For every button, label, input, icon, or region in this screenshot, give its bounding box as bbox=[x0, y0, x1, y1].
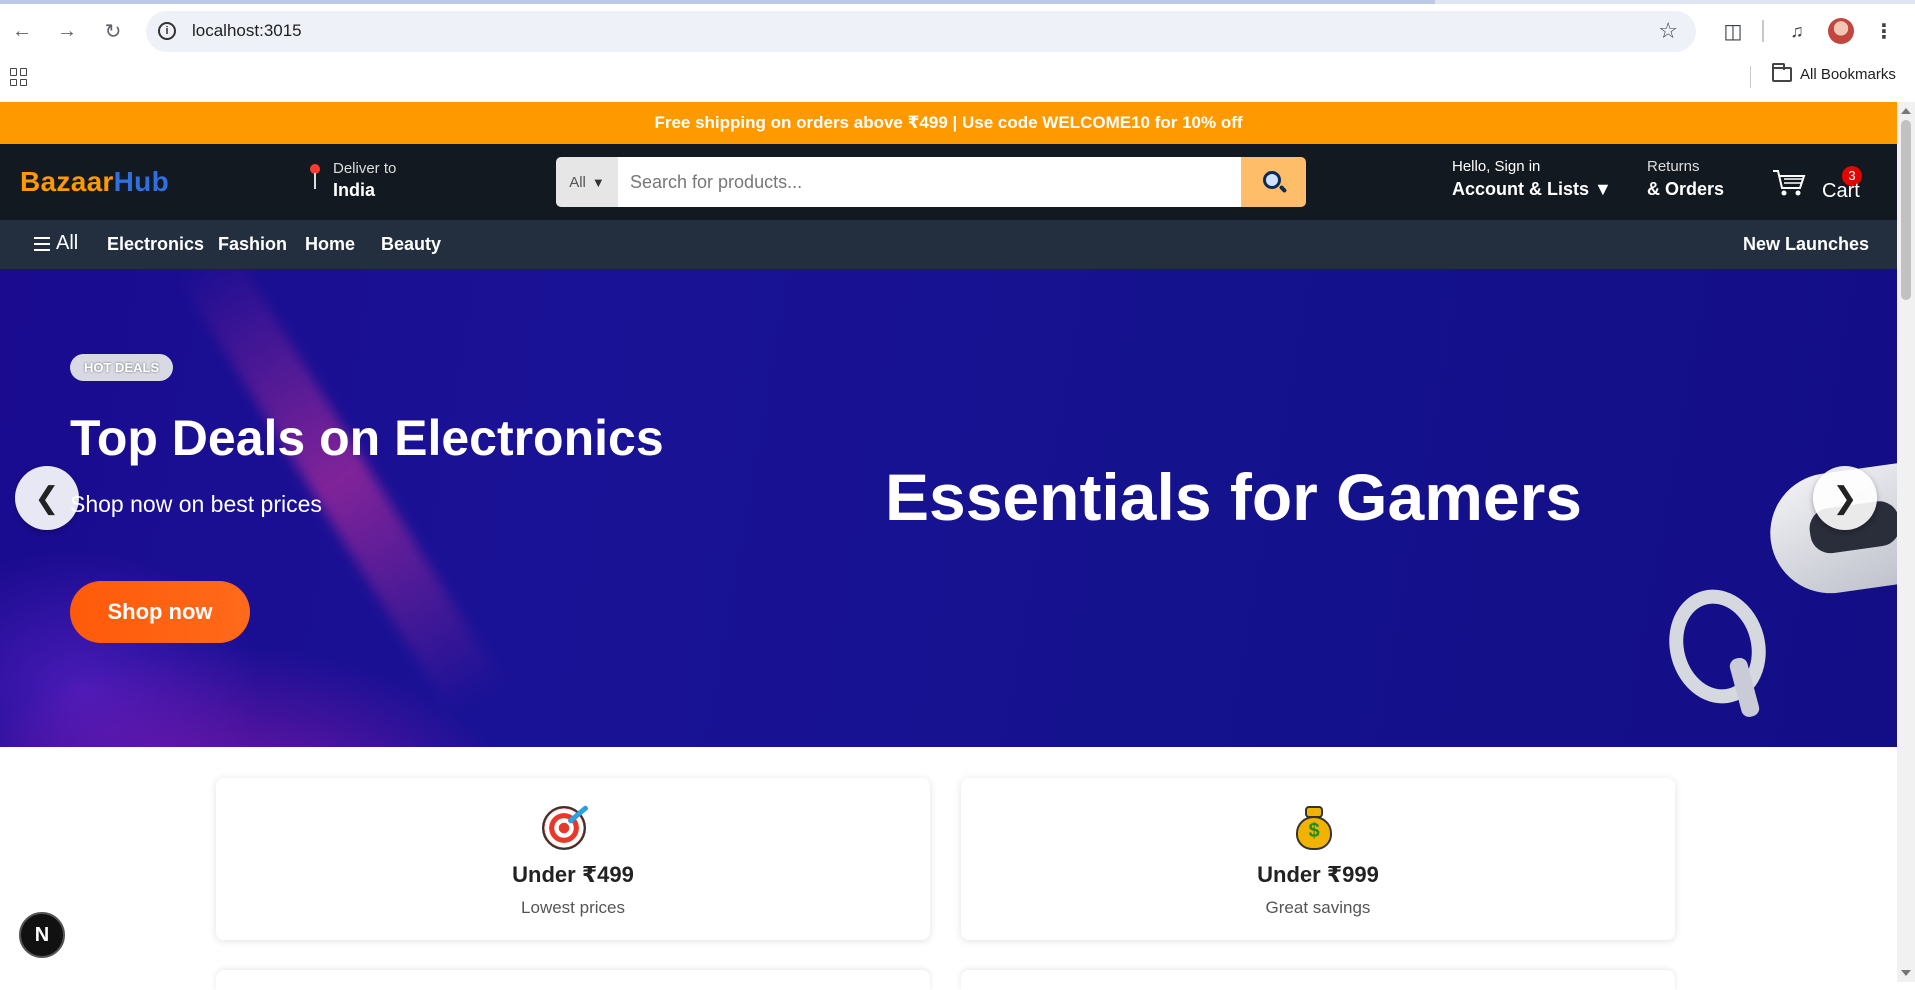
cart-label: Cart bbox=[1822, 180, 1860, 202]
site-header: BazaarHub Deliver to India All ▼ Hello, … bbox=[0, 144, 1897, 220]
site-info-icon[interactable]: i bbox=[158, 22, 176, 40]
card-subtitle: Great savings bbox=[1265, 898, 1371, 917]
caret-down-icon: ▼ bbox=[591, 174, 605, 190]
hero-carousel: HOT DEALS Top Deals on Electronics Shop … bbox=[0, 269, 1897, 747]
browser-chrome: ← → ↻ i localhost:3015 ☆ ◫ ♫ ⋮ All Bookm… bbox=[0, 0, 1915, 102]
deliver-label: Deliver to bbox=[333, 160, 397, 177]
bookmarks-divider bbox=[1750, 66, 1751, 88]
location-pin-icon bbox=[310, 164, 320, 189]
scrollbar-thumb[interactable] bbox=[1901, 120, 1911, 300]
hamburger-icon bbox=[34, 236, 50, 251]
cart-button[interactable]: 3 Cart bbox=[1770, 158, 1870, 208]
price-card-next-row bbox=[961, 970, 1675, 990]
returns-label: Returns bbox=[1647, 158, 1700, 175]
logo-part-1[interactable]: Bazaar bbox=[20, 166, 114, 197]
search-icon bbox=[1262, 171, 1281, 189]
toolbar-divider bbox=[1762, 20, 1764, 42]
orders-label: & Orders bbox=[1647, 179, 1725, 199]
moneybag-icon: $ bbox=[1296, 806, 1332, 850]
banner-headline: Essentials for Gamers bbox=[885, 460, 1582, 534]
site-logo[interactable]: BazaarHub bbox=[20, 166, 169, 198]
category-nav: All Electronics Fashion Home Beauty New … bbox=[0, 220, 1897, 269]
all-bookmarks-button[interactable]: All Bookmarks bbox=[1772, 63, 1896, 83]
nav-item-beauty[interactable]: Beauty bbox=[381, 234, 441, 255]
hero-title: Top Deals on Electronics bbox=[70, 410, 664, 466]
hot-deals-badge: HOT DEALS bbox=[70, 354, 174, 381]
tab-strip bbox=[0, 0, 1915, 4]
price-card-under-999[interactable]: $ Under ₹999 Great savings bbox=[961, 778, 1675, 940]
account-menu[interactable]: Hello, Sign in Account & Lists ▼ bbox=[1452, 158, 1612, 200]
scroll-up-icon[interactable] bbox=[1901, 108, 1911, 114]
hero-subtitle: Shop now on best prices bbox=[70, 491, 322, 517]
account-greeting: Hello, Sign in bbox=[1452, 158, 1541, 175]
media-control-icon[interactable]: ♫ bbox=[1782, 14, 1812, 48]
card-subtitle: Lowest prices bbox=[521, 898, 625, 917]
avatar[interactable] bbox=[1828, 18, 1854, 44]
apps-grid-icon[interactable] bbox=[10, 68, 28, 86]
logo-part-2[interactable]: Hub bbox=[114, 166, 169, 197]
nav-item-electronics[interactable]: Electronics bbox=[107, 234, 204, 255]
carousel-next-button[interactable]: ❯ bbox=[1813, 466, 1877, 530]
nav-item-fashion[interactable]: Fashion bbox=[218, 234, 287, 255]
target-icon bbox=[542, 806, 586, 850]
promo-text: Free shipping on orders above ₹499 | Use… bbox=[654, 113, 1243, 132]
promo-banner: Free shipping on orders above ₹499 | Use… bbox=[0, 102, 1897, 144]
scroll-down-icon[interactable] bbox=[1901, 970, 1911, 976]
all-bookmarks-label: All Bookmarks bbox=[1800, 66, 1896, 83]
address-bar[interactable]: i localhost:3015 ☆ bbox=[146, 11, 1696, 52]
chevron-left-icon: ❮ bbox=[34, 481, 60, 515]
profile-avatar[interactable] bbox=[1826, 14, 1856, 48]
account-lists-label: Account & Lists ▼ bbox=[1452, 179, 1612, 199]
search-button[interactable] bbox=[1241, 157, 1306, 207]
price-card-next-row bbox=[216, 970, 930, 990]
back-icon[interactable]: ← bbox=[8, 17, 36, 45]
menu-kebab-icon[interactable]: ⋮ bbox=[1872, 14, 1896, 48]
card-title: Under ₹499 bbox=[512, 862, 634, 887]
deliver-location: India bbox=[333, 180, 376, 200]
nav-item-new-launches[interactable]: New Launches bbox=[1743, 234, 1869, 255]
nav-item-home[interactable]: Home bbox=[305, 234, 355, 255]
search-bar: All ▼ bbox=[556, 157, 1306, 207]
card-title: Under ₹999 bbox=[1257, 862, 1379, 887]
cart-icon bbox=[1773, 170, 1806, 196]
folder-icon bbox=[1772, 63, 1792, 82]
all-categories-button[interactable]: All bbox=[34, 232, 78, 255]
url-text[interactable]: localhost:3015 bbox=[192, 21, 302, 41]
page-scrollbar[interactable] bbox=[1897, 102, 1915, 982]
reload-icon[interactable]: ↻ bbox=[99, 17, 127, 45]
search-category-select[interactable]: All ▼ bbox=[556, 157, 618, 207]
bookmarks-bar: All Bookmarks bbox=[0, 62, 1915, 94]
all-categories-label: All bbox=[56, 232, 79, 254]
chevron-right-icon: ❯ bbox=[1832, 481, 1858, 515]
search-input[interactable] bbox=[618, 157, 1241, 207]
returns-orders-link[interactable]: Returns & Orders bbox=[1647, 158, 1724, 200]
search-category-label: All bbox=[569, 173, 586, 191]
shop-now-button[interactable]: Shop now bbox=[70, 581, 250, 643]
bookmark-star-icon[interactable]: ☆ bbox=[1658, 18, 1678, 44]
price-card-under-499[interactable]: Under ₹499 Lowest prices bbox=[216, 778, 930, 940]
extensions-icon[interactable]: ◫ bbox=[1718, 14, 1748, 48]
dev-tools-badge[interactable]: N bbox=[19, 912, 65, 958]
vr-controller-image bbox=[1656, 578, 1779, 715]
forward-icon[interactable]: → bbox=[53, 17, 81, 45]
carousel-prev-button[interactable]: ❮ bbox=[15, 466, 79, 530]
